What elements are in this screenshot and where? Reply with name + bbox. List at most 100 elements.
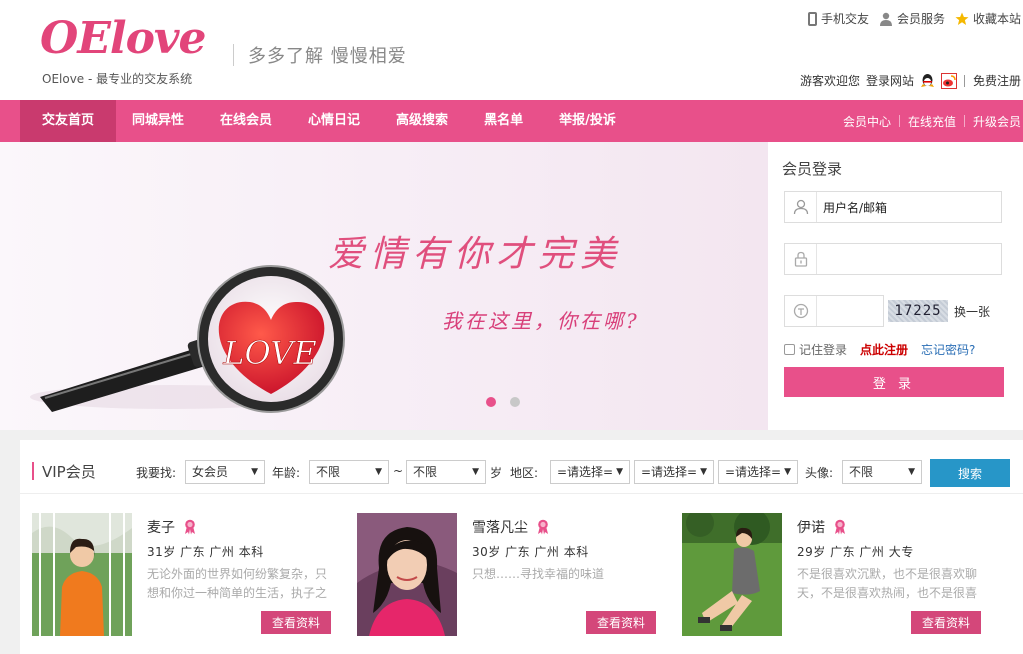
member-info: 31岁 广东 广州 本科 [147, 545, 264, 559]
age-from-select[interactable]: 不限 ▼ [309, 460, 389, 484]
dropdown-arrow-icon: ▼ [375, 467, 382, 477]
bookmark-link[interactable]: 收藏本站 [955, 10, 1021, 27]
heart-love-text: LOVE [222, 334, 316, 372]
banner-title: 爱情有你才完美 [328, 234, 623, 275]
magnifier-heart-image: LOVE [30, 265, 345, 413]
lock-icon [785, 244, 817, 274]
age-tilde: ~ [393, 464, 404, 478]
mobile-link[interactable]: 手机交友 [807, 10, 869, 27]
weibo-icon[interactable] [940, 72, 957, 89]
login-panel: 会员登录 用户名/邮箱 17225 换一张 记住登录 点此注册 忘记密码? 登 … [768, 142, 1023, 430]
banner-subtitle: 我在这里，你在哪? [442, 309, 640, 333]
dropdown-arrow-icon: ▼ [472, 467, 479, 477]
login-button[interactable]: 登 录 [784, 367, 1004, 397]
age-unit: 岁 [490, 466, 503, 480]
member-photo[interactable] [682, 513, 782, 636]
member-name[interactable]: 伊诺 [797, 517, 847, 537]
dropdown-arrow-icon: ▼ [251, 467, 258, 477]
area-label: 地区: [510, 466, 539, 480]
age-to-select[interactable]: 不限 ▼ [406, 460, 486, 484]
logo-tagline: OElove - 最专业的交友系统 [42, 72, 193, 86]
member-photo[interactable] [32, 513, 132, 636]
member-name[interactable]: 麦子 [147, 517, 197, 537]
member-info: 29岁 广东 广州 大专 [797, 545, 914, 559]
member-desc: 只想……寻找幸福的味道 [472, 567, 605, 581]
dropdown-arrow-icon: ▼ [908, 467, 915, 477]
hero-banner[interactable]: LOVE 爱情有你才完美 我在这里，你在哪? [0, 142, 768, 430]
main-nav: 交友首页 同城异性 在线会员 心情日记 高级搜索 黑名单 举报/投诉 会员中心 … [0, 100, 1023, 142]
site-header: OElove OElove - 最专业的交友系统 多多了解 慢慢相爱 手机交友 … [0, 0, 1023, 100]
slogan-divider [233, 44, 234, 66]
carousel-dot-1[interactable] [486, 397, 496, 407]
password-input[interactable] [784, 243, 1002, 275]
nav-advanced-search[interactable]: 高级搜索 [376, 100, 468, 142]
username-input[interactable]: 用户名/邮箱 [784, 191, 1002, 223]
recharge-link[interactable]: 在线充值 [908, 113, 956, 130]
member-info: 30岁 广东 广州 本科 [472, 545, 589, 559]
username-value: 用户名/邮箱 [823, 200, 888, 215]
search-button[interactable]: 搜索 [930, 459, 1010, 487]
user-icon [785, 192, 817, 222]
nav-right-links: 会员中心 在线充值 升级会员 [843, 100, 1021, 142]
phone-icon [807, 11, 817, 26]
section-accent-bar [32, 462, 34, 480]
forgot-password-link[interactable]: 忘记密码? [921, 341, 975, 358]
nav-nearby[interactable]: 同城异性 [112, 100, 204, 142]
welcome-text: 游客欢迎您 [799, 74, 860, 88]
view-profile-button[interactable]: 查看资料 [911, 611, 981, 634]
member-card: 伊诺 29岁 广东 广州 大专 不是很喜欢沉默，也不是很喜欢聊天，不是很喜欢热闹… [682, 513, 982, 638]
upgrade-link[interactable]: 升级会员 [973, 113, 1021, 130]
remember-login[interactable]: 记住登录 [784, 341, 847, 358]
vip-section: VIP会员 我要找: 女会员 ▼ 年龄: 不限 ▼ ~ 不限 ▼ 岁 地区: =请选择… [20, 440, 1023, 654]
nav-blacklist[interactable]: 黑名单 [464, 100, 543, 142]
view-profile-button[interactable]: 查看资料 [261, 611, 331, 634]
star-icon [955, 12, 969, 26]
member-name[interactable]: 雪落凡尘 [472, 517, 550, 537]
vip-ribbon-icon [536, 519, 550, 535]
nav-diary[interactable]: 心情日记 [288, 100, 380, 142]
divider [963, 74, 965, 87]
nav-online[interactable]: 在线会员 [200, 100, 292, 142]
member-card: 麦子 31岁 广东 广州 本科 无论外面的世界如何纷繁复杂，只想和你过一种简单的… [32, 513, 332, 638]
avatar-label: 头像: [805, 466, 834, 480]
captcha-image[interactable]: 17225 [888, 300, 948, 322]
divider [963, 115, 965, 127]
nav-home[interactable]: 交友首页 [20, 100, 116, 142]
district-select[interactable]: =请选择= ▼ [718, 460, 798, 484]
divider [898, 115, 900, 127]
login-title: 会员登录 [782, 160, 843, 178]
register-here-link[interactable]: 点此注册 [860, 341, 908, 358]
captcha-input[interactable] [784, 295, 884, 327]
vip-ribbon-icon [183, 519, 197, 535]
province-select[interactable]: =请选择= ▼ [550, 460, 630, 484]
shield-icon [785, 296, 817, 326]
welcome-bar: 游客欢迎您 登录网站 免费注册 [800, 72, 1021, 89]
carousel-dot-2[interactable] [510, 397, 520, 407]
vip-title: VIP会员 [42, 463, 96, 481]
remember-checkbox[interactable] [784, 344, 795, 355]
member-desc: 无论外面的世界如何纷繁复杂，只想和你过一种简单的生活，执子之 [147, 567, 328, 600]
dropdown-arrow-icon: ▼ [616, 467, 623, 477]
top-links: 手机交友 会员服务 收藏本站 [807, 10, 1021, 27]
age-label: 年龄: [272, 466, 301, 480]
city-select[interactable]: =请选择= ▼ [634, 460, 714, 484]
view-profile-button[interactable]: 查看资料 [586, 611, 656, 634]
seek-label: 我要找: [136, 466, 177, 480]
avatar-select[interactable]: 不限 ▼ [842, 460, 922, 484]
gender-select[interactable]: 女会员 ▼ [185, 460, 265, 484]
site-logo[interactable]: OElove [40, 14, 206, 64]
nav-report[interactable]: 举报/投诉 [539, 100, 636, 142]
vip-filter-bar: VIP会员 我要找: 女会员 ▼ 年龄: 不限 ▼ ~ 不限 ▼ 岁 地区: =请选择… [20, 440, 1023, 494]
vip-ribbon-icon [833, 519, 847, 535]
register-link[interactable]: 免费注册 [973, 72, 1021, 89]
change-captcha-link[interactable]: 换一张 [954, 303, 990, 320]
member-photo[interactable] [357, 513, 457, 636]
user-icon [879, 12, 893, 26]
member-center-link[interactable]: 会员中心 [843, 113, 891, 130]
login-link[interactable]: 登录网站 [866, 72, 914, 89]
member-card: 雪落凡尘 30岁 广东 广州 本科 只想……寻找幸福的味道 查看资料 [357, 513, 657, 638]
member-service-link[interactable]: 会员服务 [879, 10, 945, 27]
dropdown-arrow-icon: ▼ [700, 467, 707, 477]
dropdown-arrow-icon: ▼ [784, 467, 791, 477]
qq-icon[interactable] [920, 73, 935, 89]
